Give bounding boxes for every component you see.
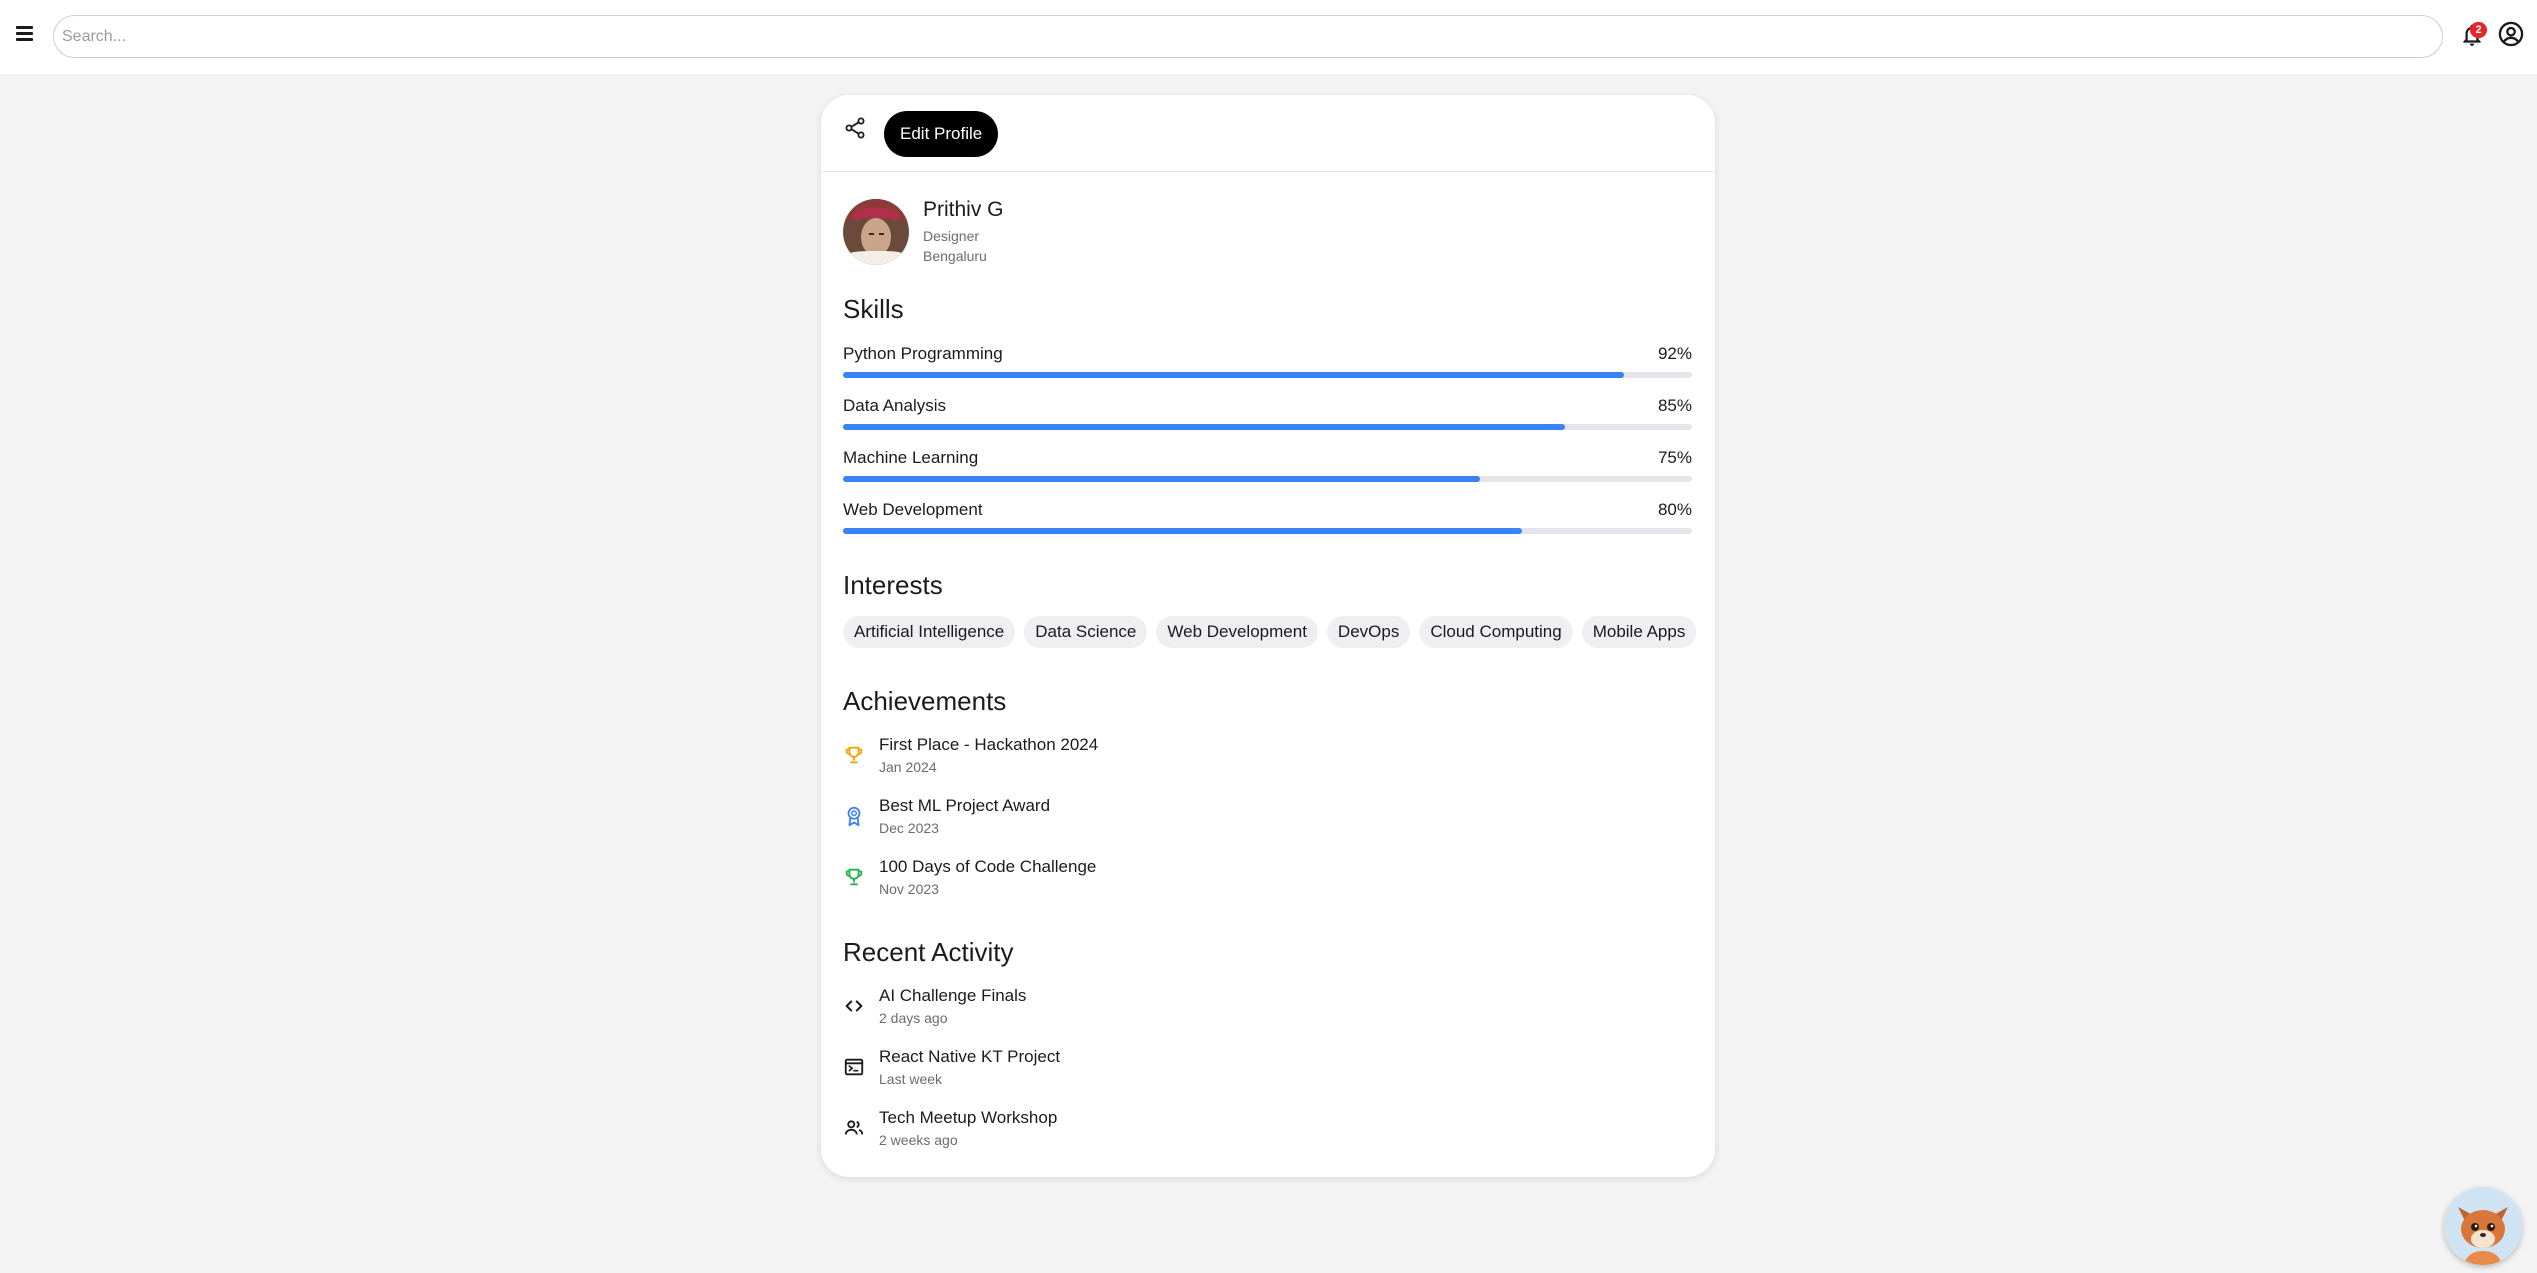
skill-percent: 80% xyxy=(1657,500,1692,519)
activity-time: Last week xyxy=(879,1071,943,1087)
achievement-date: Jan 2024 xyxy=(879,759,937,775)
account-circle-icon[interactable] xyxy=(2497,20,2525,48)
trophy-icon xyxy=(845,746,863,764)
code-icon xyxy=(845,1000,863,1012)
achievement-date: Nov 2023 xyxy=(879,881,939,897)
achievement-date: Dec 2023 xyxy=(879,820,939,836)
skill-row: Machine Learning 75% xyxy=(843,448,1692,488)
skill-progress-track xyxy=(843,528,1692,534)
skill-progress-track xyxy=(843,424,1692,430)
skill-row: Data Analysis 85% xyxy=(843,396,1692,436)
search-input[interactable] xyxy=(53,15,2443,58)
achievement-title: Best ML Project Award xyxy=(879,796,1051,815)
achievement-title: 100 Days of Code Challenge xyxy=(879,857,1097,876)
notification-count-badge: 2 xyxy=(2470,22,2487,38)
activity-item[interactable]: React Native KT Project Last week xyxy=(843,1047,1343,1091)
profile-location: Bengaluru xyxy=(923,248,987,264)
achievement-item: First Place - Hackathon 2024 Jan 2024 xyxy=(843,735,1343,779)
profile-name: Prithiv G xyxy=(923,198,1004,221)
skill-name: Machine Learning xyxy=(843,448,979,467)
edit-profile-button[interactable]: Edit Profile xyxy=(884,111,999,157)
award-badge-icon xyxy=(847,806,861,827)
hamburger-menu-icon[interactable] xyxy=(14,22,36,44)
achievement-title: First Place - Hackathon 2024 xyxy=(879,735,1099,754)
terminal-icon xyxy=(844,1058,864,1076)
trophy-icon xyxy=(845,868,863,886)
achievement-item: Best ML Project Award Dec 2023 xyxy=(843,796,1343,840)
skill-progress-fill xyxy=(843,424,1565,430)
recent-activity-heading: Recent Activity xyxy=(843,937,1014,967)
profile-card: Edit Profile Prithiv G Designer Bengalur… xyxy=(821,95,1715,1177)
skill-progress-track xyxy=(843,372,1692,378)
skill-percent: 75% xyxy=(1657,448,1692,467)
skills-heading: Skills xyxy=(843,294,904,324)
skill-progress-fill xyxy=(843,476,1480,482)
interest-chip[interactable]: Data Science xyxy=(1024,616,1148,648)
skill-progress-fill xyxy=(843,528,1523,534)
activity-title: AI Challenge Finals xyxy=(879,986,1027,1005)
interest-chip[interactable]: Web Development xyxy=(1156,616,1318,648)
activity-item[interactable]: AI Challenge Finals 2 days ago xyxy=(843,986,1343,1030)
skill-name: Python Programming xyxy=(843,344,1003,363)
activity-title: React Native KT Project xyxy=(879,1047,1061,1066)
activity-item[interactable]: Tech Meetup Workshop 2 weeks ago xyxy=(843,1108,1343,1152)
activity-title: Tech Meetup Workshop xyxy=(879,1108,1058,1127)
profile-role: Designer xyxy=(923,228,980,244)
skill-name: Data Analysis xyxy=(843,396,946,415)
achievements-heading: Achievements xyxy=(843,686,1007,716)
top-app-bar: 2 xyxy=(0,0,2537,74)
interest-chip-list: Artificial Intelligence Data Science Web… xyxy=(843,616,1703,648)
achievement-item: 100 Days of Code Challenge Nov 2023 xyxy=(843,857,1343,901)
skill-percent: 92% xyxy=(1657,344,1692,363)
activity-time: 2 days ago xyxy=(879,1010,948,1026)
people-icon xyxy=(844,1120,864,1135)
interest-chip[interactable]: Mobile Apps xyxy=(1581,616,1697,648)
avatar xyxy=(843,199,909,265)
share-icon[interactable] xyxy=(843,116,867,140)
skill-progress-track xyxy=(843,476,1692,482)
skill-progress-fill xyxy=(843,372,1625,378)
interest-chip[interactable]: Cloud Computing xyxy=(1419,616,1573,648)
interest-chip[interactable]: DevOps xyxy=(1326,616,1411,648)
assistant-mascot-button[interactable] xyxy=(2444,1187,2522,1265)
skill-percent: 85% xyxy=(1657,396,1692,415)
interest-chip[interactable]: Artificial Intelligence xyxy=(843,616,1016,648)
activity-time: 2 weeks ago xyxy=(879,1132,958,1148)
skill-row: Web Development 80% xyxy=(843,500,1692,540)
interests-heading: Interests xyxy=(843,570,943,600)
skill-name: Web Development xyxy=(843,500,983,519)
skill-row: Python Programming 92% xyxy=(843,344,1692,384)
card-header: Edit Profile xyxy=(821,95,1715,172)
